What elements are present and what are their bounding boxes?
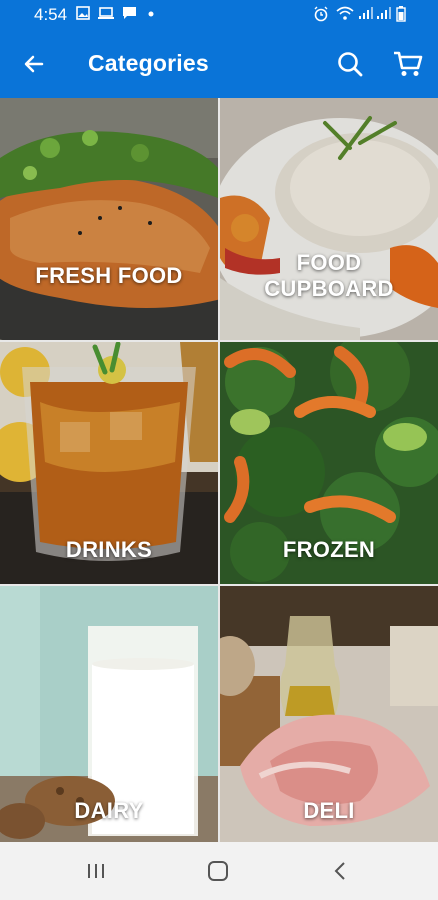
laptop-icon bbox=[98, 6, 114, 20]
food-cupboard-image bbox=[220, 98, 438, 340]
signal-icon-2 bbox=[376, 6, 392, 20]
system-back-button[interactable] bbox=[320, 856, 360, 886]
category-label: DELI bbox=[303, 798, 355, 823]
home-button[interactable] bbox=[198, 856, 238, 886]
back-arrow-icon bbox=[24, 55, 44, 73]
category-label: DAIRY bbox=[74, 798, 144, 823]
category-tile-drinks[interactable]: DRINKS bbox=[0, 342, 218, 584]
wifi-icon bbox=[336, 6, 354, 21]
system-nav-bar bbox=[0, 842, 438, 900]
category-label: DRINKS bbox=[65, 537, 153, 562]
page-title: Categories bbox=[88, 50, 209, 76]
category-tile-dairy[interactable]: DAIRY bbox=[0, 586, 218, 842]
status-time: 4:54 bbox=[34, 5, 68, 24]
category-label: FROZEN bbox=[282, 537, 376, 562]
recent-apps-button[interactable] bbox=[76, 856, 116, 886]
home-icon bbox=[208, 861, 228, 881]
category-tile-fresh-food[interactable]: FRESH FOOD bbox=[0, 98, 218, 340]
cart-icon bbox=[394, 51, 423, 76]
back-button[interactable] bbox=[14, 44, 54, 84]
dot-icon bbox=[148, 11, 154, 17]
chevron-left-icon bbox=[334, 862, 345, 880]
app-bar: Categories bbox=[0, 30, 438, 98]
search-button[interactable] bbox=[330, 44, 370, 84]
category-tile-deli[interactable]: DELI bbox=[220, 586, 438, 842]
category-tile-food-cupboard[interactable]: FOOD CUPBOARD bbox=[220, 98, 438, 340]
alarm-icon bbox=[313, 6, 329, 22]
categories-grid: FRESH FOOD FOOD CUPBOARD DRINKS FROZEN D… bbox=[0, 98, 438, 842]
signal-icon-1 bbox=[358, 6, 374, 20]
gallery-icon bbox=[76, 6, 90, 20]
category-label: FRESH FOOD bbox=[35, 263, 183, 288]
status-bar: 4:54 bbox=[0, 0, 438, 30]
search-icon bbox=[338, 52, 363, 77]
recent-apps-icon bbox=[88, 864, 104, 878]
cart-button[interactable] bbox=[388, 44, 428, 84]
category-tile-frozen[interactable]: FROZEN bbox=[220, 342, 438, 584]
message-icon bbox=[122, 6, 137, 20]
category-label: FOOD CUPBOARD bbox=[264, 250, 394, 302]
battery-icon bbox=[396, 6, 406, 22]
fresh-food-image bbox=[0, 98, 218, 340]
